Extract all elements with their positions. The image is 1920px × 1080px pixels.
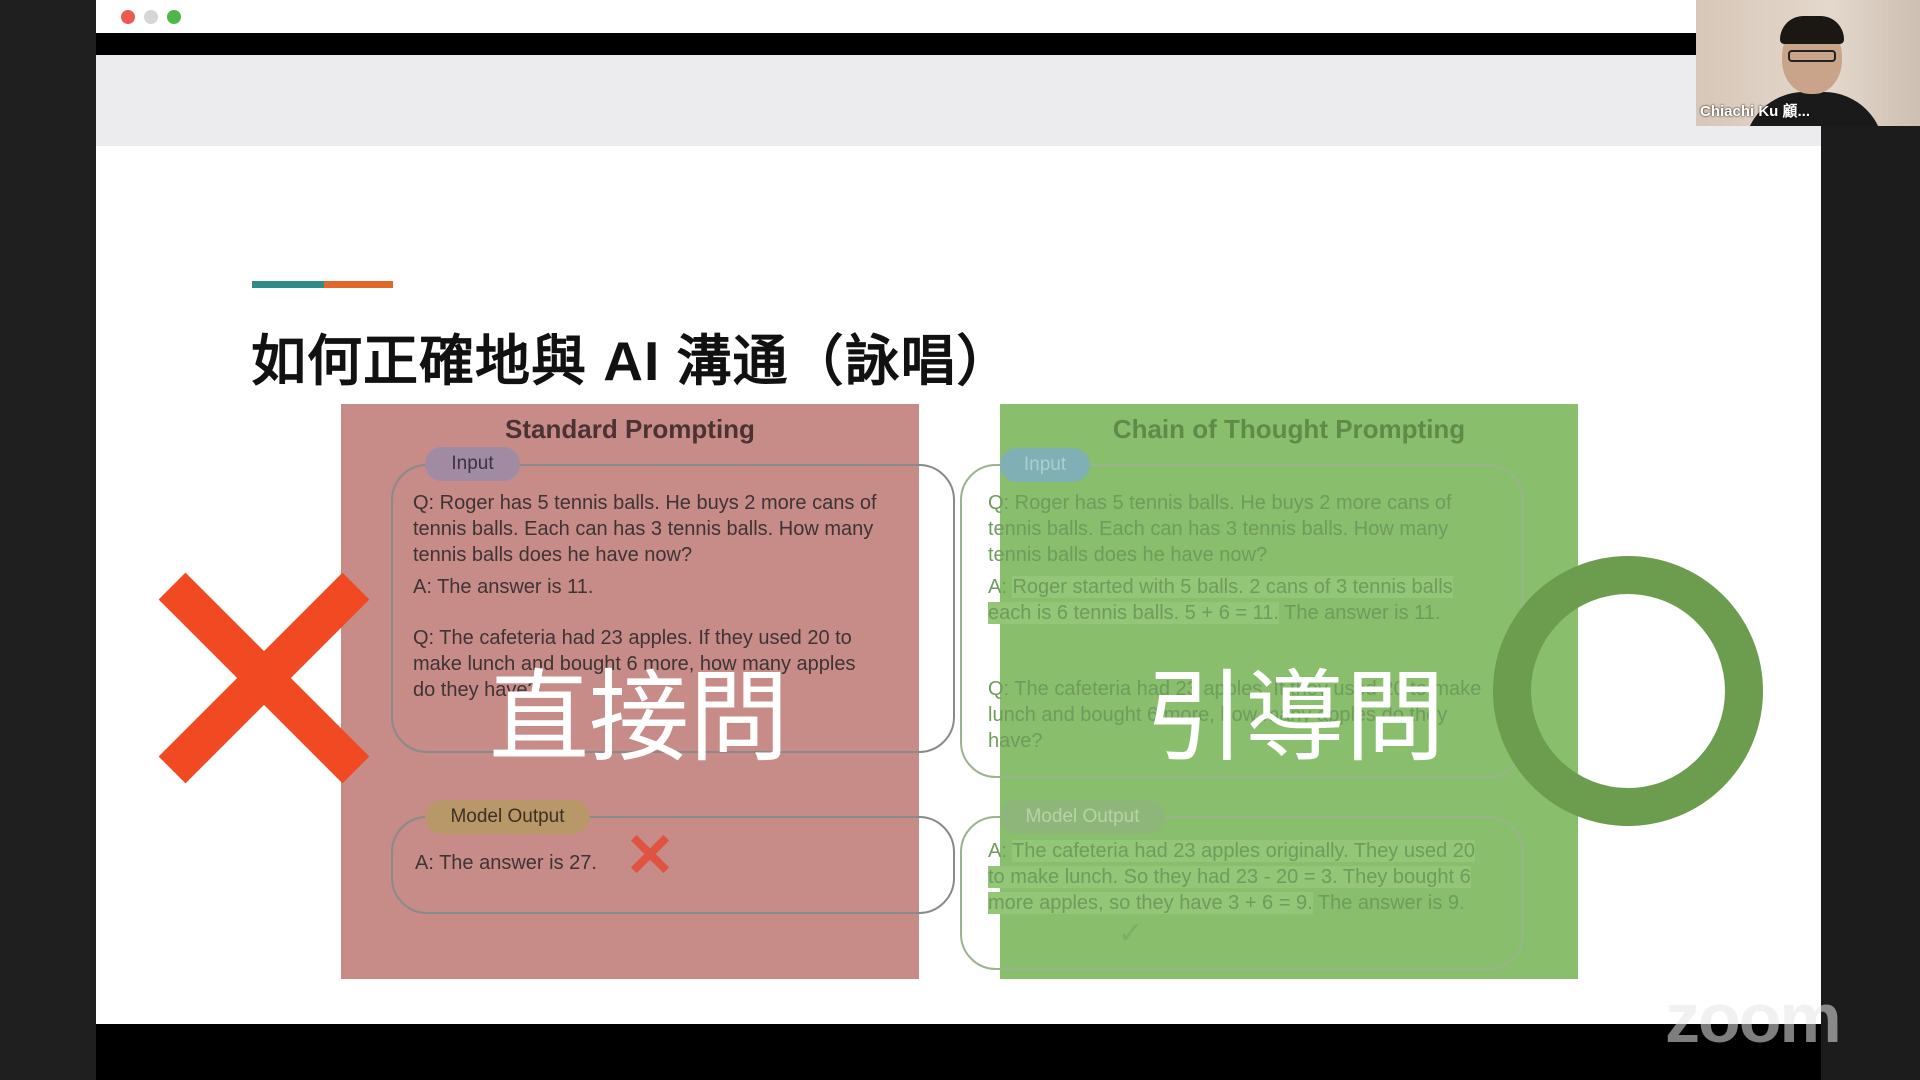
- bottom-bar: [96, 1024, 1821, 1080]
- guided-ask-overlay: 引導問: [1145, 662, 1445, 774]
- close-window-button[interactable]: [121, 10, 135, 24]
- shared-screen-window: 如何正確地與 AI 溝通（詠唱） Standard Prompting Inpu…: [96, 0, 1821, 1080]
- accent-line-teal: [252, 281, 324, 288]
- participant-hair: [1780, 16, 1844, 44]
- zoom-watermark-logo: zoom: [1665, 979, 1842, 1057]
- participant-glasses: [1788, 50, 1836, 62]
- cot-output-prefix: A:: [988, 840, 1013, 862]
- participant-name: Chiachi Ku 顧...: [1700, 103, 1811, 120]
- cot-model-output: A: The cafeteria had 23 apples originall…: [988, 838, 1493, 916]
- standard-input-label: Input: [425, 447, 520, 481]
- presentation-slide: 如何正確地與 AI 溝通（詠唱） Standard Prompting Inpu…: [96, 146, 1821, 1024]
- check-icon: ✓: [1118, 917, 1144, 950]
- cot-title: Chain of Thought Prompting: [1112, 414, 1466, 444]
- toolbar-strip: [96, 33, 1821, 55]
- standard-output-label: Model Output: [425, 800, 590, 834]
- cot-answer-1-suffix: The answer is 11.: [1278, 602, 1441, 624]
- slide-title: 如何正確地與 AI 溝通（詠唱）: [251, 330, 1013, 392]
- maximize-window-button[interactable]: [167, 10, 181, 24]
- standard-question-1: Q: Roger has 5 tennis balls. He buys 2 m…: [413, 492, 877, 566]
- direct-ask-overlay: 直接問: [489, 662, 789, 774]
- cot-answer-1: A: Roger started with 5 balls. 2 cans of…: [988, 574, 1493, 626]
- cot-output-label: Model Output: [1000, 800, 1165, 834]
- cot-question-1: Q: Roger has 5 tennis balls. He buys 2 m…: [988, 492, 1452, 566]
- cot-output-suffix: The answer is 9.: [1312, 892, 1465, 914]
- slide-header-band: [96, 55, 1821, 146]
- cot-answer-1-prefix: A:: [988, 576, 1013, 598]
- participant-video-tile[interactable]: Chiachi Ku 顧...: [1696, 0, 1920, 126]
- standard-model-output: A: The answer is 27.: [415, 852, 597, 874]
- large-circle-icon: [1493, 556, 1763, 826]
- cot-input-label: Input: [1000, 448, 1090, 482]
- window-titlebar: [96, 0, 1821, 33]
- standard-answer-1: A: The answer is 11.: [413, 576, 594, 598]
- minimize-window-button[interactable]: [144, 10, 158, 24]
- large-cross-icon: [156, 571, 371, 786]
- accent-line-orange: [324, 281, 393, 288]
- right-dark-margin: [1821, 0, 1920, 1080]
- wrong-answer-cross-icon: [631, 835, 669, 873]
- standard-title: Standard Prompting: [505, 414, 755, 444]
